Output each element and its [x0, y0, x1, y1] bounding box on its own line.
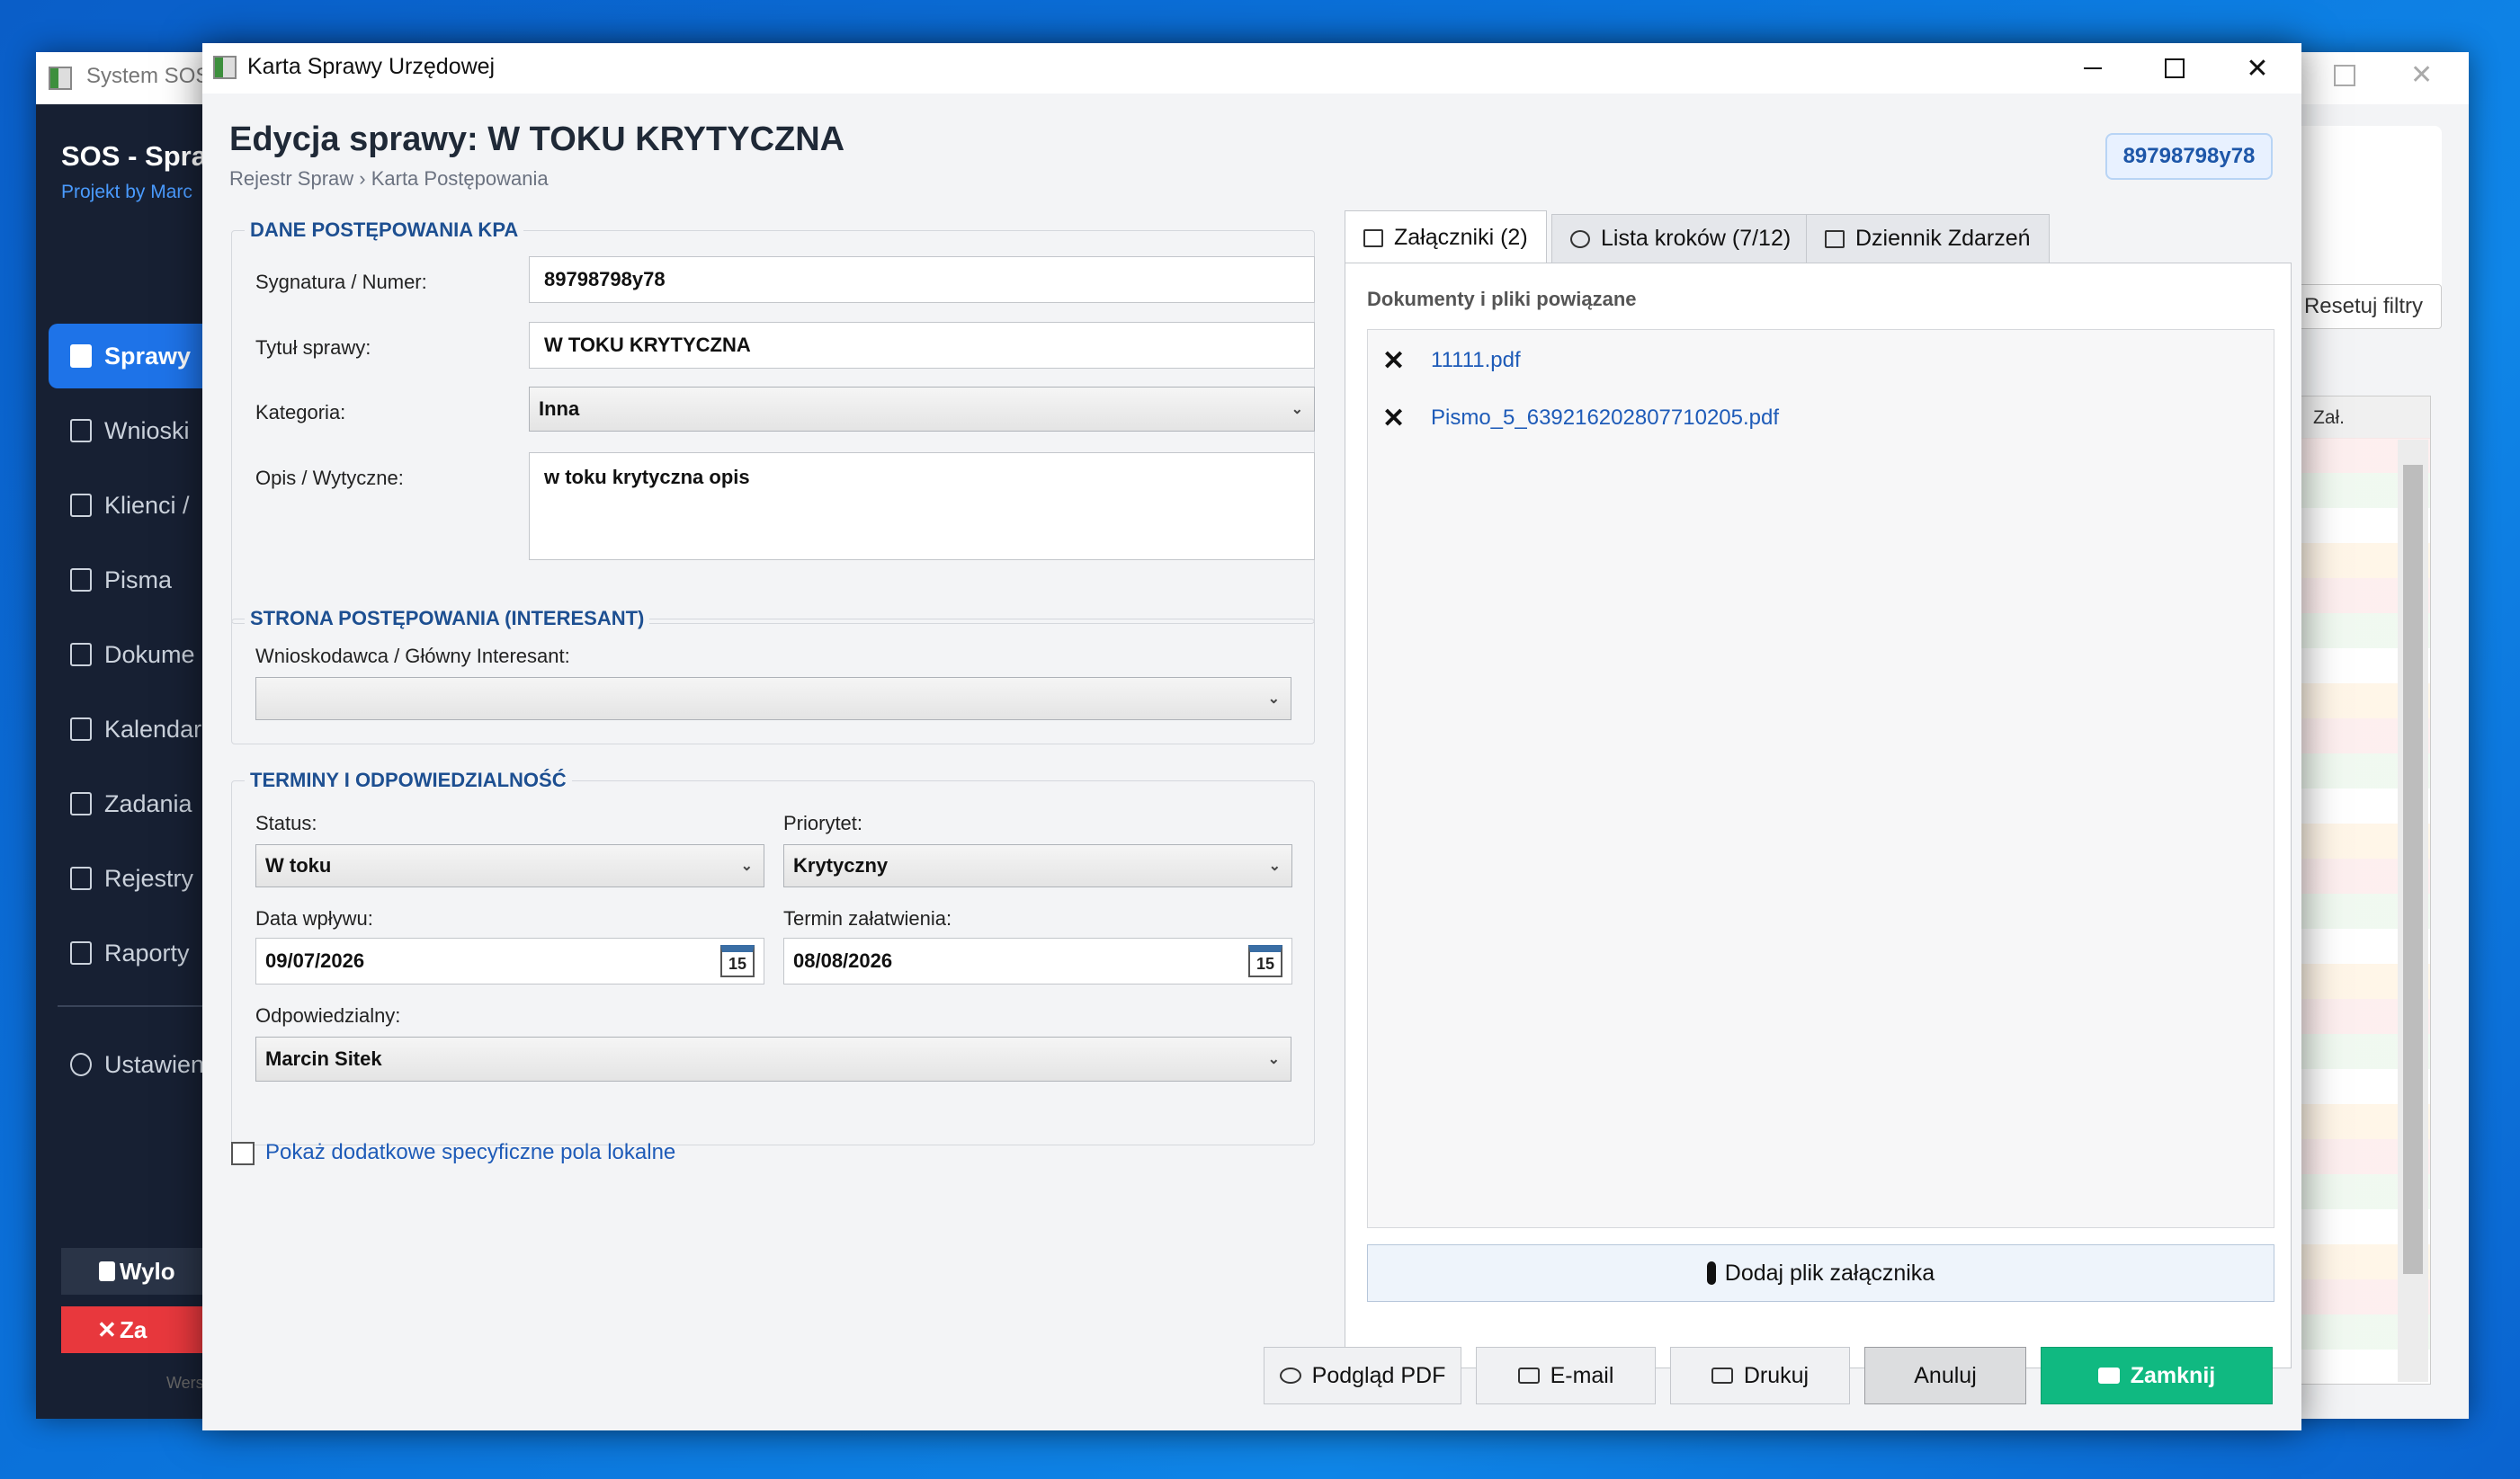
dialog-title: Karta Sprawy Urzędowej: [247, 54, 496, 79]
lock-icon: [99, 1261, 115, 1281]
received-date-picker[interactable]: 09/07/2026 15: [255, 938, 764, 985]
close-icon: ✕: [97, 1315, 117, 1343]
section-title: TERMINY I ODPOWIEDZIALNOŚĆ: [245, 769, 572, 792]
column-header-attachments: Zał.: [2313, 407, 2346, 428]
app-icon: [213, 56, 237, 79]
priority-select[interactable]: Krytyczny ⌄: [783, 844, 1292, 887]
signature-input[interactable]: 89798798y78: [529, 256, 1315, 303]
scrollbar-thumb[interactable]: [2403, 465, 2423, 1274]
applicant-label: Wnioskodawca / Główny Interesant:: [255, 645, 570, 667]
case-title-label: Tytuł sprawy:: [255, 336, 371, 359]
category-label: Kategoria:: [255, 401, 346, 423]
maximize-icon[interactable]: [2133, 43, 2216, 94]
eye-icon: [1279, 1368, 1301, 1384]
target-icon: [1570, 229, 1590, 248]
section-party: STRONA POSTĘPOWANIA (INTERESANT) Wniosko…: [231, 607, 1315, 744]
paperclip-icon: [1706, 1261, 1716, 1285]
app-icon: [49, 67, 72, 90]
minimize-icon[interactable]: [2051, 43, 2134, 94]
document-icon: [70, 344, 92, 368]
received-date-label: Data wpływu:: [255, 907, 373, 930]
calendar-icon[interactable]: 15: [720, 945, 755, 977]
envelope-icon: [70, 568, 92, 592]
close-icon[interactable]: ✕: [2410, 59, 2433, 91]
close-save-button[interactable]: Zamknij: [2041, 1347, 2273, 1404]
description-label: Opis / Wytyczne:: [255, 467, 404, 489]
section-deadlines: TERMINY I ODPOWIEDZIALNOŚĆ Status: W tok…: [231, 769, 1315, 1145]
calendar-icon: [70, 717, 92, 741]
case-dialog: Karta Sprawy Urzędowej ✕ Edycja sprawy: …: [202, 43, 2301, 1430]
remove-file-icon[interactable]: ✕: [1382, 345, 1418, 377]
maximize-icon[interactable]: [2334, 65, 2355, 86]
checkbox-icon: [70, 792, 92, 815]
tab-event-log[interactable]: Dziennik Zdarzeń: [1806, 214, 2050, 263]
priority-label: Priorytet:: [783, 812, 863, 834]
gear-icon: [70, 1053, 92, 1076]
background-app-title: System SOS: [86, 64, 210, 88]
table-scrollbar[interactable]: [2398, 440, 2428, 1382]
chevron-down-icon: ⌄: [1268, 859, 1281, 874]
tab-steps[interactable]: Lista kroków (7/12): [1551, 214, 1810, 263]
more-fields-label[interactable]: Pokaż dodatkowe specyficzne pola lokalne: [265, 1140, 675, 1165]
log-icon: [1825, 229, 1845, 248]
save-icon: [2097, 1368, 2120, 1384]
file-link[interactable]: Pismo_5_639216202807710205.pdf: [1431, 405, 1779, 431]
folder-icon: [1363, 228, 1383, 247]
status-select[interactable]: W toku ⌄: [255, 844, 764, 887]
due-date-picker[interactable]: 08/08/2026 15: [783, 938, 1292, 985]
description-textarea[interactable]: w toku krytyczna opis: [529, 452, 1315, 560]
list-item: ✕ Pismo_5_639216202807710205.pdf: [1382, 400, 1779, 436]
category-select[interactable]: Inna ⌄: [529, 387, 1315, 432]
responsible-select[interactable]: Marcin Sitek ⌄: [255, 1037, 1291, 1082]
responsible-label: Odpowiedzialny:: [255, 1004, 401, 1027]
dialog-titlebar: Karta Sprawy Urzędowej ✕: [202, 43, 2301, 94]
attachments-section-label: Dokumenty i pliki powiązane: [1367, 288, 1637, 310]
registry-icon: [70, 867, 92, 890]
more-fields-checkbox[interactable]: [231, 1142, 255, 1165]
list-item: ✕ 11111.pdf: [1382, 343, 1521, 379]
breadcrumb: Rejestr Spraw › Karta Postępowania: [229, 167, 549, 190]
chevron-down-icon: ⌄: [1267, 1052, 1280, 1067]
signature-label: Sygnatura / Numer:: [255, 271, 427, 293]
applicant-select[interactable]: ⌄: [255, 677, 1291, 720]
case-title-input[interactable]: W TOKU KRYTYCZNA: [529, 322, 1315, 369]
calendar-icon[interactable]: 15: [1248, 945, 1282, 977]
chevron-down-icon: ⌄: [1267, 691, 1280, 707]
brand-subtitle: Projekt by Marc: [61, 182, 192, 202]
users-icon: [70, 494, 92, 517]
status-label: Status:: [255, 812, 317, 834]
chevron-down-icon: ⌄: [740, 859, 753, 874]
case-number-badge: 89798798y78: [2105, 133, 2273, 180]
envelope-icon: [1517, 1368, 1540, 1384]
form-icon: [70, 419, 92, 442]
page-title: Edycja sprawy: W TOKU KRYTYCZNA: [229, 120, 845, 158]
file-link[interactable]: 11111.pdf: [1431, 348, 1521, 373]
close-icon[interactable]: ✕: [2216, 43, 2299, 94]
cancel-button[interactable]: Anuluj: [1864, 1347, 2026, 1404]
due-date-label: Termin załatwienia:: [783, 907, 952, 930]
folder-icon: [70, 643, 92, 666]
remove-file-icon[interactable]: ✕: [1382, 403, 1418, 434]
pdf-preview-button[interactable]: Podgląd PDF: [1264, 1347, 1461, 1404]
email-button[interactable]: E-mail: [1476, 1347, 1656, 1404]
printer-icon: [1711, 1368, 1733, 1384]
attachments-list: ✕ 11111.pdf ✕ Pismo_5_639216202807710205…: [1367, 329, 2274, 1228]
chart-icon: [70, 941, 92, 965]
section-title: DANE POSTĘPOWANIA KPA: [245, 218, 524, 242]
version-label: Wers: [166, 1374, 204, 1392]
add-attachment-button[interactable]: Dodaj plik załącznika: [1367, 1244, 2274, 1302]
print-button[interactable]: Drukuj: [1670, 1347, 1850, 1404]
section-title: STRONA POSTĘPOWANIA (INTERESANT): [245, 607, 650, 630]
tab-attachments[interactable]: Załączniki (2): [1345, 210, 1547, 264]
section-kpa: DANE POSTĘPOWANIA KPA Sygnatura / Numer:…: [231, 218, 1315, 624]
chevron-down-icon: ⌄: [1291, 402, 1303, 417]
